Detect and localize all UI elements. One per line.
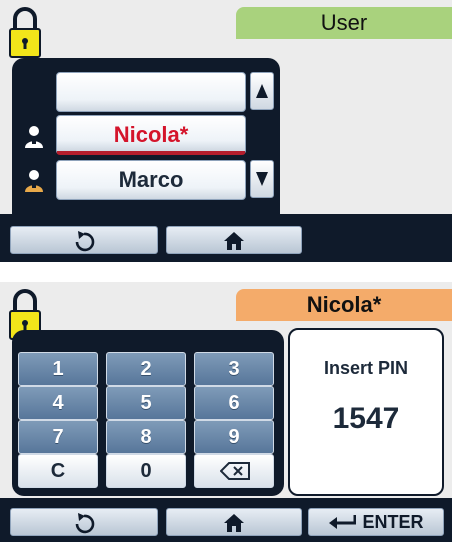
key-2[interactable]: 2 bbox=[106, 352, 186, 386]
key-8[interactable]: 8 bbox=[106, 420, 186, 454]
home-button[interactable] bbox=[166, 508, 302, 536]
backspace-icon bbox=[220, 462, 250, 480]
screen-title: Nicola* bbox=[236, 289, 452, 321]
pin-label: Insert PIN bbox=[323, 358, 409, 378]
back-arrow-icon bbox=[75, 231, 95, 252]
user-icon bbox=[25, 126, 43, 148]
key-3[interactable]: 3 bbox=[194, 352, 274, 386]
user-list-item[interactable]: Marco bbox=[56, 160, 246, 200]
user-list-item-selected[interactable]: Nicola* bbox=[56, 115, 246, 155]
enter-content: ENTER bbox=[309, 509, 443, 535]
pin-entry-screen: Nicola* 1 2 3 4 5 6 7 8 9 C 0 Insert PIN… bbox=[0, 282, 452, 542]
key-0[interactable]: 0 bbox=[106, 454, 186, 488]
user-list-item[interactable] bbox=[56, 72, 246, 112]
padlock-icon bbox=[9, 7, 41, 58]
pin-value: 1547 bbox=[332, 402, 400, 435]
enter-label: ENTER bbox=[362, 511, 424, 532]
enter-button[interactable]: ENTER bbox=[308, 508, 444, 536]
key-6[interactable]: 6 bbox=[194, 386, 274, 420]
home-icon bbox=[224, 232, 244, 250]
scroll-down-button[interactable] bbox=[250, 160, 274, 198]
key-7[interactable]: 7 bbox=[18, 420, 98, 454]
enter-arrow-icon bbox=[329, 515, 357, 529]
scroll-down-icon bbox=[256, 172, 268, 186]
key-backspace[interactable] bbox=[194, 454, 274, 488]
user-select-screen: User Nicola* Marco bbox=[0, 0, 452, 262]
key-1[interactable]: 1 bbox=[18, 352, 98, 386]
pin-display: Insert PIN 1547 bbox=[288, 328, 444, 496]
back-arrow-icon bbox=[75, 513, 95, 534]
key-9[interactable]: 9 bbox=[194, 420, 274, 454]
key-5[interactable]: 5 bbox=[106, 386, 186, 420]
home-button[interactable] bbox=[166, 226, 302, 254]
user-icon bbox=[25, 170, 43, 192]
back-button[interactable] bbox=[10, 226, 158, 254]
key-clear[interactable]: C bbox=[18, 454, 98, 488]
screen-title: User bbox=[236, 7, 452, 39]
scroll-up-icon bbox=[256, 84, 268, 98]
key-4[interactable]: 4 bbox=[18, 386, 98, 420]
back-button[interactable] bbox=[10, 508, 158, 536]
scroll-up-button[interactable] bbox=[250, 72, 274, 110]
home-icon bbox=[224, 514, 244, 532]
